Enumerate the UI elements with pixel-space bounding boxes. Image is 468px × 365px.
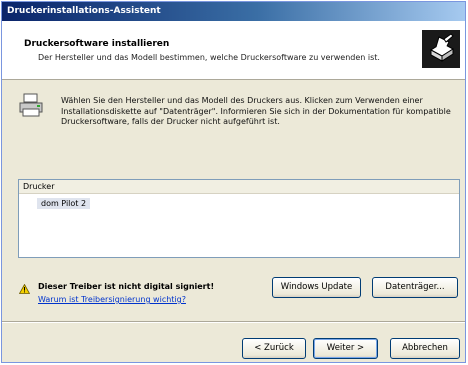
warning-text: Dieser Treiber ist nicht digital signier… xyxy=(38,282,215,291)
list-item[interactable]: dom Pilot 2 xyxy=(37,198,91,209)
footer-divider xyxy=(2,321,465,323)
intro-text: Wählen Sie den Hersteller und das Modell… xyxy=(61,96,451,126)
title-bar[interactable]: Druckerinstallations-Assistent xyxy=(2,2,465,21)
printer-listbox[interactable]: Drucker dom Pilot 2 xyxy=(18,179,460,258)
window-title: Druckerinstallations-Assistent xyxy=(7,6,161,16)
header-title: Druckersoftware installieren xyxy=(24,39,170,49)
printer-wizard-icon xyxy=(422,30,460,68)
wizard-window: Druckerinstallations-Assistent Druckerso… xyxy=(1,1,466,363)
driver-signing-link[interactable]: Warum ist Treibersignierung wichtig? xyxy=(38,295,186,304)
warning-icon xyxy=(18,283,31,294)
header-subtitle: Der Hersteller und das Modell bestimmen,… xyxy=(38,53,380,62)
next-button[interactable]: Weiter > xyxy=(313,338,378,359)
printer-icon xyxy=(18,93,44,117)
list-column-header[interactable]: Drucker xyxy=(19,180,459,194)
wizard-header: Druckersoftware installieren Der Herstel… xyxy=(2,21,465,80)
windows-update-button[interactable]: Windows Update xyxy=(272,277,361,298)
back-button[interactable]: < Zurück xyxy=(242,338,306,359)
cancel-button[interactable]: Abbrechen xyxy=(390,338,460,359)
have-disk-button[interactable]: Datenträger... xyxy=(372,277,458,298)
